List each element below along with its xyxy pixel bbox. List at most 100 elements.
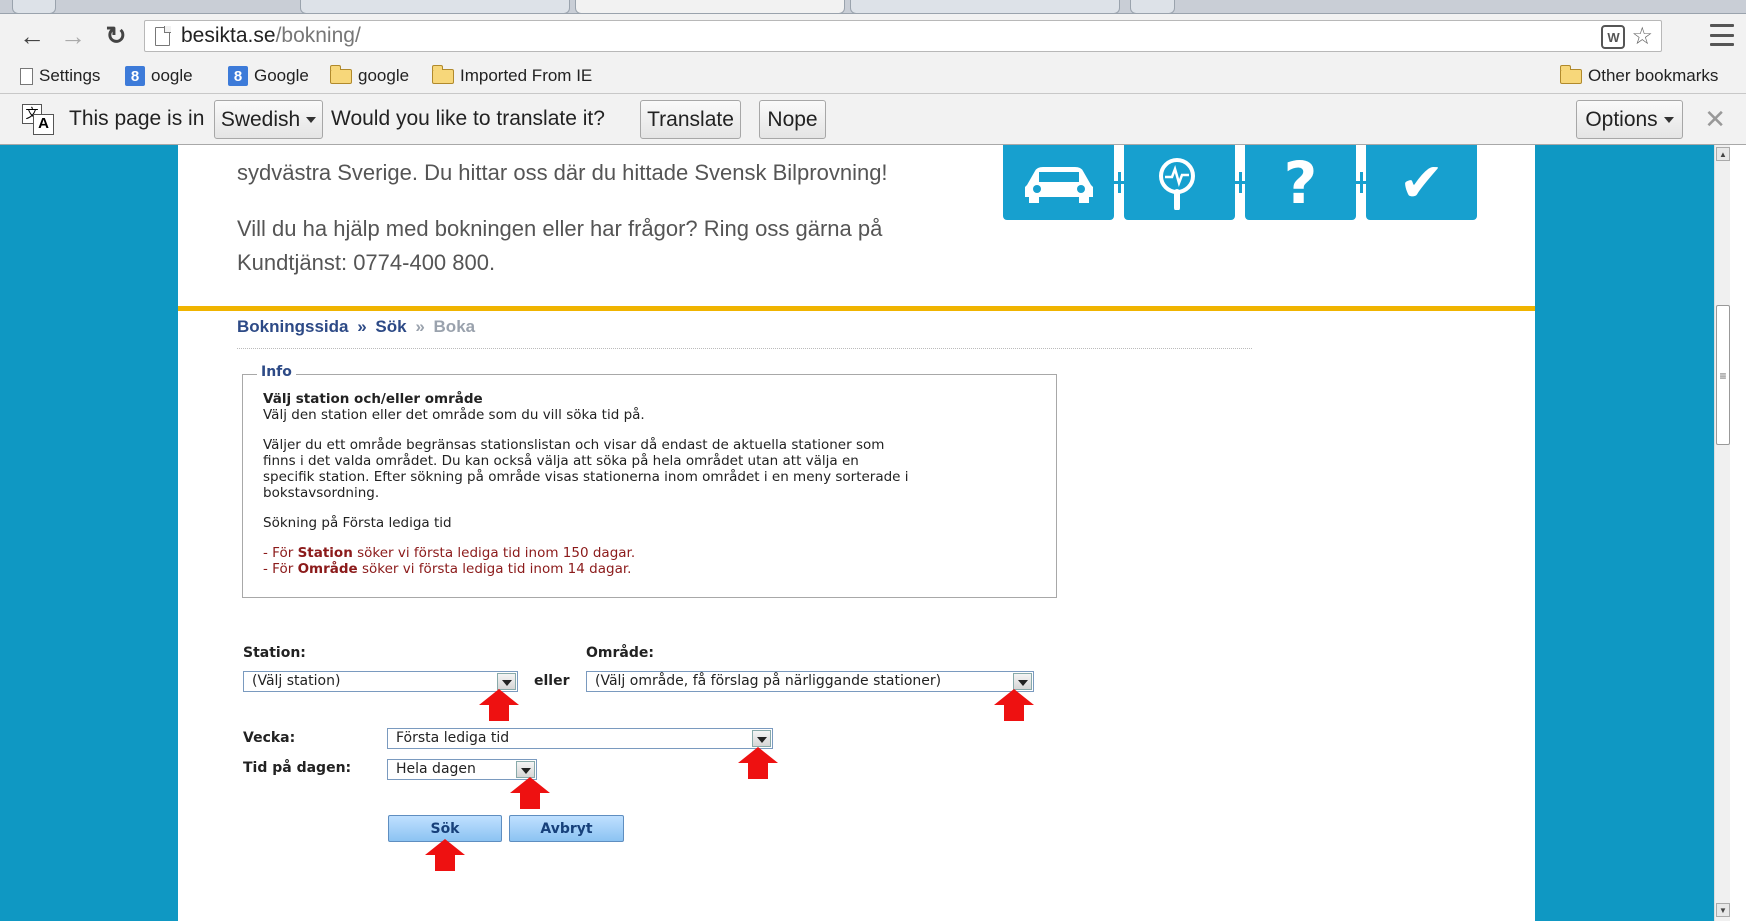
scrollbar-thumb[interactable]: ≡ (1716, 305, 1730, 445)
chevron-down-icon (306, 116, 317, 123)
tab-active[interactable] (575, 0, 845, 14)
options-label: Options (1585, 107, 1658, 131)
intro-text-line-3: Kundtjänst: 0774-400 800. (237, 250, 496, 275)
scroll-down-icon[interactable]: ▼ (1716, 903, 1730, 917)
bookmark-folder-imported[interactable]: Imported From IE (431, 64, 593, 87)
bookmark-oogle[interactable]: 8 oogle (125, 65, 193, 87)
checkmark-icon: ✔ (1366, 145, 1477, 220)
tab-facebook[interactable] (12, 0, 56, 14)
options-button[interactable]: Options (1576, 100, 1683, 139)
breadcrumb-sok[interactable]: Sök (375, 317, 406, 336)
info-line-1: Välj den station eller det område som du… (263, 407, 645, 423)
address-bar[interactable]: besikta.se/bokning/ W ☆ (144, 20, 1662, 52)
info-paragraph-2: Väljer du ett område begränsas stationsl… (263, 437, 909, 501)
station-select[interactable]: (Välj station) (243, 671, 518, 692)
info-legend: Info (257, 364, 296, 380)
folder-icon (329, 64, 352, 84)
week-select[interactable]: Första lediga tid (387, 728, 773, 749)
bookmark-star-icon[interactable]: ☆ (1631, 25, 1653, 49)
question-icon: ? (1245, 145, 1356, 220)
vertical-scrollbar[interactable]: ▲ ≡ ▼ (1714, 145, 1730, 921)
dotted-divider (237, 348, 1252, 349)
info-box: Info Välj station och/eller område Välj d… (242, 364, 1057, 598)
google-g-icon: 8 (125, 66, 145, 86)
translate-icon: 文A (22, 104, 54, 135)
window-edge (1730, 145, 1746, 921)
info-rule-2: - För Område söker vi första lediga tid … (263, 561, 632, 577)
plus-icon (1356, 145, 1366, 220)
bookmark-settings[interactable]: Settings (20, 65, 100, 87)
station-select-value: (Välj station) (252, 673, 341, 689)
folder-icon (1559, 64, 1582, 84)
page-viewport: sydvästra Sverige. Du hittar oss där du … (0, 145, 1730, 921)
info-paragraph-3: Sökning på Första lediga tid (263, 515, 452, 531)
other-bookmarks[interactable]: Other bookmarks (1559, 64, 1718, 87)
scroll-up-icon[interactable]: ▲ (1716, 147, 1730, 161)
translate-question: Would you like to translate it? (331, 107, 605, 130)
folder-icon (431, 64, 454, 84)
car-icon (1003, 145, 1114, 220)
browser-toolbar: ← → ↻ besikta.se/bokning/ W ☆ (0, 14, 1746, 58)
translate-button[interactable]: Translate (640, 100, 741, 139)
extension-icon[interactable]: W (1601, 25, 1626, 49)
url-text[interactable]: besikta.se/bokning/ (181, 24, 361, 48)
annotation-arrow-up-icon (479, 689, 519, 721)
search-button[interactable]: Sök (388, 815, 502, 842)
bookmark-label: Settings (39, 66, 101, 85)
bookmark-label: oogle (151, 66, 193, 85)
or-label: eller (534, 673, 570, 689)
area-select[interactable]: (Välj område, få förslag på närliggande … (586, 671, 1034, 692)
language-label: Swedish (220, 107, 301, 131)
tab-new[interactable] (1130, 0, 1175, 14)
back-icon[interactable]: ← (17, 21, 47, 51)
tab-background-1[interactable] (300, 0, 570, 14)
bookmark-label: Imported From IE (460, 66, 593, 85)
week-label: Vecka: (243, 730, 296, 746)
tab-background-2[interactable] (850, 0, 1120, 14)
bookmark-google[interactable]: 8 Google (228, 65, 309, 87)
annotation-arrow-up-icon (994, 689, 1034, 721)
area-label: Område: (586, 645, 654, 661)
chevron-down-icon[interactable] (1013, 673, 1032, 690)
bookmark-folder-google[interactable]: google (329, 64, 410, 87)
url-path: /bokning/ (275, 24, 361, 47)
browser-menu-icon[interactable] (1710, 24, 1734, 46)
annotation-arrow-up-icon (738, 747, 778, 779)
page-icon (155, 26, 171, 46)
time-of-day-label: Tid på dagen: (243, 760, 352, 776)
chevron-down-icon[interactable] (516, 761, 535, 778)
breadcrumb-boka: Boka (433, 317, 476, 336)
annotation-arrow-up-icon (425, 839, 465, 871)
bookmark-label: Google (254, 66, 309, 85)
google-g-icon: 8 (228, 66, 248, 86)
area-select-value: (Välj område, få förslag på närliggande … (595, 673, 942, 689)
intro-text-line-1: sydvästra Sverige. Du hittar oss där du … (237, 160, 888, 185)
plus-icon (1114, 145, 1124, 220)
cancel-button[interactable]: Avbryt (509, 815, 624, 842)
divider (178, 306, 1535, 311)
reload-icon[interactable]: ↻ (101, 21, 131, 51)
plus-icon (1235, 145, 1245, 220)
info-rule-1: - För Station söker vi första lediga tid… (263, 545, 636, 561)
url-host: besikta.se (181, 24, 276, 47)
breadcrumb: Bokningssida » Sök » Boka (237, 317, 475, 337)
bookmarks-bar: Settings 8 oogle 8 Google google Importe… (0, 58, 1746, 94)
booking-steps-icons: ? ✔ (1003, 145, 1477, 220)
week-select-value: Första lediga tid (396, 730, 510, 746)
translate-prefix: This page is in (69, 107, 205, 130)
bookmark-label: google (358, 66, 410, 85)
breadcrumb-bokningssida[interactable]: Bokningssida (237, 317, 348, 336)
intro-text-line-2: Vill du ha hjälp med bokningen eller har… (237, 216, 883, 241)
breadcrumb-separator: » (415, 317, 425, 336)
language-select[interactable]: Swedish (214, 100, 323, 139)
tab-strip (0, 0, 1746, 14)
chevron-down-icon[interactable] (497, 673, 516, 690)
magnifier-icon (1124, 145, 1235, 220)
chevron-down-icon[interactable] (752, 730, 771, 747)
nope-button[interactable]: Nope (759, 100, 826, 139)
forward-icon[interactable]: → (58, 21, 88, 51)
annotation-arrow-up-icon (510, 777, 550, 809)
close-icon[interactable]: ✕ (1704, 104, 1726, 135)
info-heading: Välj station och/eller område (263, 391, 483, 407)
page-icon (20, 67, 33, 85)
